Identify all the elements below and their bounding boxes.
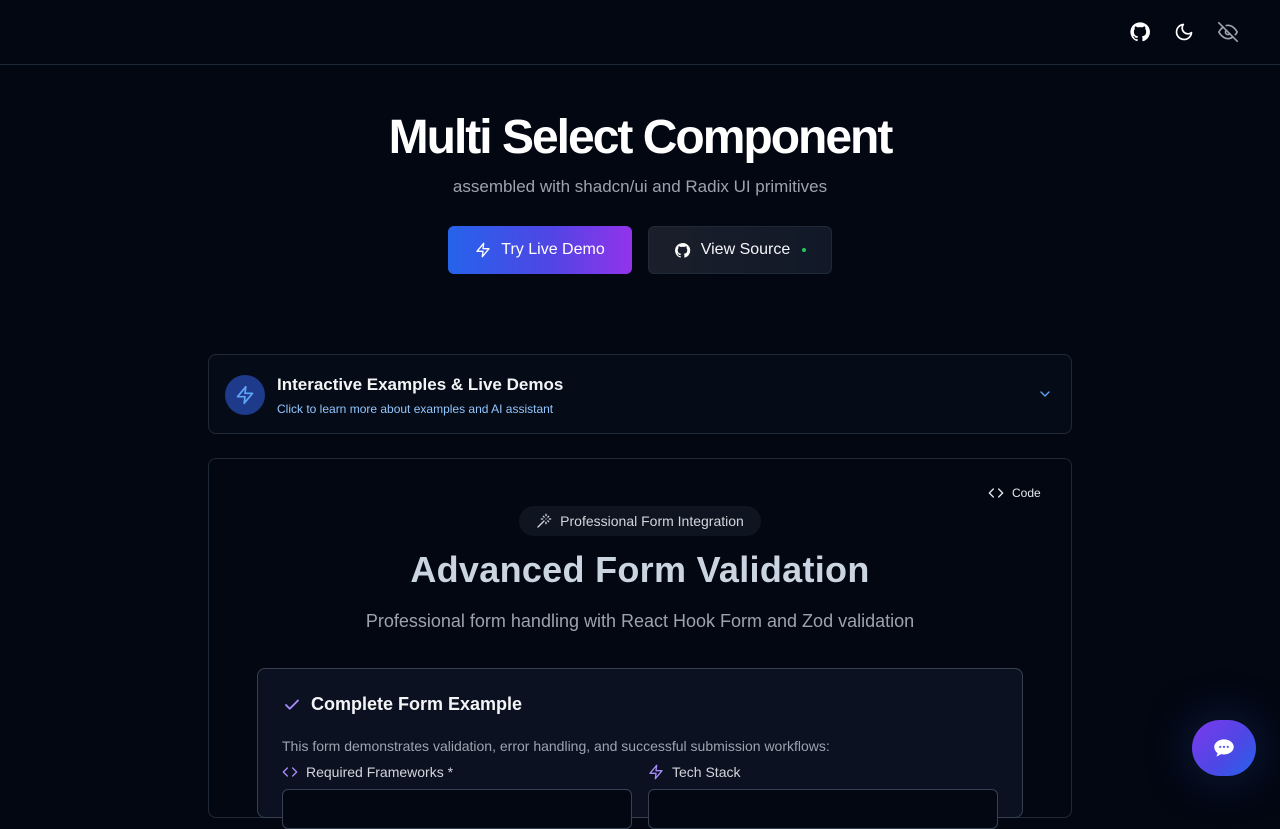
status-dot [802, 248, 807, 252]
tech-stack-multiselect[interactable] [648, 789, 998, 829]
view-source-button[interactable]: View Source [648, 226, 832, 274]
section-subtitle: Professional form handling with React Ho… [365, 611, 915, 631]
code-button[interactable]: Code [980, 481, 1050, 505]
tech-stack-text: Tech Stack [672, 764, 741, 780]
required-frameworks-text: Required Frameworks * [306, 764, 454, 780]
code-button-label: Code [1012, 486, 1041, 500]
form-title: Complete Form Example [311, 694, 523, 714]
github-icon[interactable] [1128, 20, 1152, 44]
check-icon [285, 699, 299, 710]
page-subtitle: assembled with shadcn/ui and Radix UI pr… [452, 177, 828, 196]
wand-icon [537, 513, 552, 528]
section-title: Advanced Form Validation [410, 549, 870, 590]
feature-badge: Professional Form Integration [519, 506, 761, 536]
zap-icon [649, 764, 663, 780]
required-frameworks-label: Required Frameworks * [282, 764, 453, 780]
code-icon [988, 488, 1004, 498]
zap-icon [476, 242, 490, 258]
top-navbar [0, 0, 1280, 65]
chat-bubble-icon [1214, 739, 1234, 757]
accordion-title: Interactive Examples & Live Demos [277, 375, 564, 394]
try-live-demo-label: Try Live Demo [501, 241, 605, 258]
feature-badge-label: Professional Form Integration [560, 513, 744, 529]
page-title: Multi Select Component [388, 111, 894, 164]
chat-assistant-button[interactable] [1192, 720, 1256, 776]
form-description: This form demonstrates validation, error… [282, 738, 830, 754]
github-icon [674, 242, 690, 258]
eye-off-icon[interactable] [1216, 20, 1240, 44]
moon-icon[interactable] [1172, 20, 1196, 44]
code-icon [282, 767, 298, 777]
view-source-label: View Source [700, 241, 791, 258]
accordion-subtitle: Click to learn more about examples and A… [277, 402, 554, 416]
zap-icon [225, 375, 265, 415]
examples-accordion[interactable]: Interactive Examples & Live Demos Click … [208, 354, 1072, 434]
chevron-down-icon [1037, 386, 1053, 402]
form-title-row: Complete Form Example [283, 694, 522, 715]
frameworks-multiselect[interactable] [282, 789, 632, 829]
tech-stack-label: Tech Stack [648, 764, 740, 780]
try-live-demo-button[interactable]: Try Live Demo [448, 226, 632, 274]
